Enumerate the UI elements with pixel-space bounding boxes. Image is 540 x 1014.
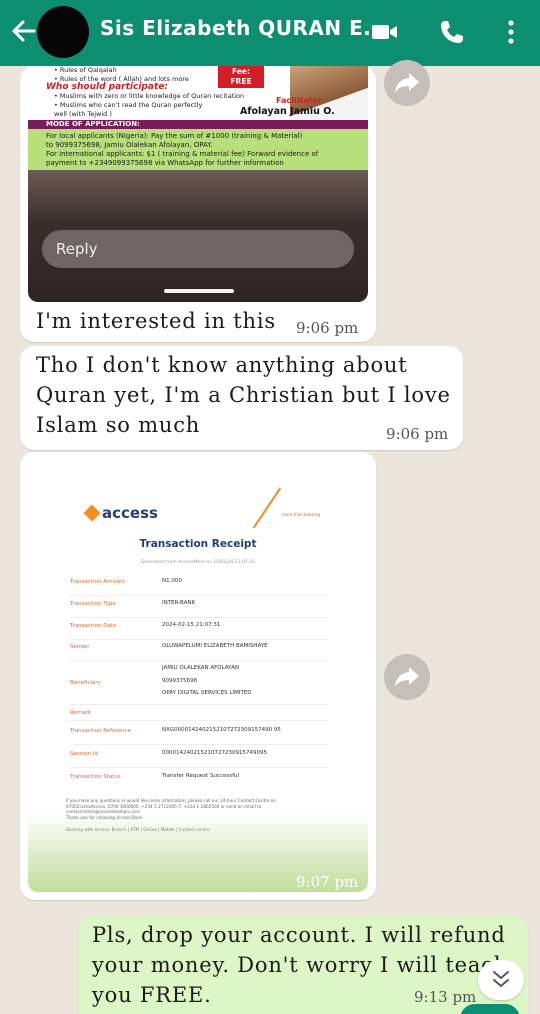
flyer-image[interactable]: • Rules of Qalqalah • Rules of the word …	[28, 66, 368, 302]
facilitator-name: Afolayan Jamiu O.	[240, 106, 335, 117]
application-line: For international applicants: $1 ( train…	[46, 150, 319, 158]
receipt-label: Transaction Reference	[70, 728, 131, 734]
message-bubble-incoming[interactable]: • Rules of Qalqalah • Rules of the word …	[20, 66, 376, 342]
receipt-value: OLUWAPELUMI ELIZABETH BAMISHAYE	[162, 643, 268, 649]
message-line: Quran yet, I'm a Christian but I love	[36, 383, 451, 407]
fee-badge: Fee: FREE	[218, 66, 264, 88]
receipt-value: NXG0000142402152107272309157490 95	[162, 727, 281, 733]
back-arrow-icon[interactable]	[8, 16, 38, 46]
receipt-row: Session Id 00001424021521072723091574909…	[70, 746, 328, 768]
access-logo-text: access	[102, 504, 158, 522]
fee-label: Fee:	[232, 67, 250, 76]
scroll-to-bottom-button[interactable]	[478, 960, 524, 1000]
floating-action-button[interactable]	[460, 1004, 520, 1014]
receipt-row: Transaction Amount N1,000	[70, 576, 328, 596]
more-options-icon[interactable]	[496, 17, 526, 47]
message-line: Tho I don't know anything about	[36, 353, 408, 377]
receipt-row: Transaction Type INTER-BANK	[70, 598, 328, 618]
receipt-row: Beneficiary JAMIU OLALEKAN AFOLAYAN 9099…	[70, 663, 328, 705]
brand-slash	[252, 487, 282, 529]
receipt-label: Beneficiary	[70, 680, 101, 686]
flyer-list-line: • Rules of Qalqalah	[54, 66, 117, 74]
reply-field: Reply	[42, 230, 354, 268]
receipt-value: 2024-02-15 21:07:31	[162, 622, 221, 628]
brand-tagline: more than banking	[282, 512, 321, 517]
flyer-who-line: • Muslims with zero or little knowledge …	[54, 92, 245, 100]
receipt-value: Transfer Request Successful	[162, 773, 240, 779]
message-line: your money. Don't worry I will teach	[92, 953, 509, 977]
contact-avatar[interactable]	[37, 6, 89, 58]
chat-header: Sis Elizabeth QURAN E...	[0, 0, 540, 66]
receipt-row: Transaction Reference NXG000014240215210…	[70, 723, 328, 745]
receipt-value: JAMIU OLALEKAN AFOLAYAN 9099375698 OPAY …	[162, 664, 252, 699]
receipt-label: Session Id	[70, 751, 98, 757]
message-text: I'm interested in this	[36, 309, 276, 333]
home-indicator	[164, 289, 234, 293]
receipt-value: 000014240215210727230915749095	[162, 750, 267, 756]
receipt-label: Remark	[70, 710, 92, 716]
beneficiary-name: JAMIU OLALEKAN AFOLAYAN	[162, 665, 239, 671]
beneficiary-bank: OPAY DIGITAL SERVICES LIMITED	[162, 690, 252, 696]
receipt-image[interactable]: access more than banking Transaction Rec…	[28, 460, 368, 892]
forward-button[interactable]	[384, 654, 430, 700]
receipt-label: Transaction Status	[70, 774, 121, 780]
application-line: to 9099375698, Jamiu Olalekan Afolayan, …	[46, 141, 213, 149]
receipt-row: Transaction Date 2024-02-15 21:07:31	[70, 620, 328, 640]
fee-value: FREE	[230, 77, 252, 86]
application-details: For local applicants (Nigeria): Pay the …	[28, 129, 368, 175]
access-logo-icon	[83, 504, 101, 522]
flyer-who-heading: Who should participate:	[46, 82, 168, 92]
receipt-row: Sender OLUWAPELUMI ELIZABETH BAMISHAYE	[70, 641, 328, 661]
message-bubble-incoming[interactable]: Tho I don't know anything about Quran ye…	[20, 346, 463, 450]
contact-name[interactable]: Sis Elizabeth QURAN E...	[100, 16, 388, 40]
receipt-value: N1,000	[162, 578, 182, 584]
forward-button[interactable]	[384, 60, 430, 106]
message-time: 9:06 pm	[296, 319, 359, 337]
forward-icon	[395, 73, 419, 93]
double-chevron-down-icon	[493, 971, 509, 987]
application-line: payment to +2349099375698 via WhatsApp f…	[46, 159, 284, 167]
receipt-row: Remark	[70, 707, 328, 721]
receipt-label: Sender	[70, 644, 90, 650]
forward-icon	[395, 667, 419, 687]
receipt-label: Transaction Type	[70, 601, 116, 607]
message-bubble-outgoing[interactable]: Pls, drop your account. I will refund yo…	[78, 916, 528, 1014]
receipt-row: Transaction Status Transfer Request Succ…	[70, 769, 328, 791]
beneficiary-account: 9099375698	[162, 677, 197, 684]
message-time: 9:07 pm	[296, 873, 359, 891]
receipt-generated: Generated from AccessMore on 15/02/24 21…	[140, 560, 256, 565]
message-bubble-incoming[interactable]: access more than banking Transaction Rec…	[20, 452, 376, 900]
receipt-title: Transaction Receipt	[139, 538, 257, 550]
access-logo: access	[83, 504, 158, 522]
message-line: Pls, drop your account. I will refund	[92, 923, 506, 947]
voice-call-icon[interactable]	[437, 17, 467, 47]
receipt-value: INTER-BANK	[162, 600, 196, 606]
flyer-who-line: • Muslims who can't read the Quran perfe…	[54, 101, 203, 109]
receipt-label: Transaction Date	[70, 623, 117, 629]
message-time: 9:06 pm	[386, 425, 449, 443]
receipt-label: Transaction Amount	[70, 579, 125, 585]
video-call-icon[interactable]	[369, 17, 399, 47]
message-time: 9:13 pm	[414, 988, 477, 1006]
application-line: For local applicants (Nigeria): Pay the …	[46, 132, 303, 140]
mode-heading: MODE OF APPLICATION:	[28, 120, 368, 129]
facilitator-label: Facilitator	[276, 96, 322, 105]
flyer-who-line: well (with Tejwid )	[54, 110, 112, 118]
flyer-who-list: • Muslims with zero or little knowledge …	[54, 92, 244, 119]
